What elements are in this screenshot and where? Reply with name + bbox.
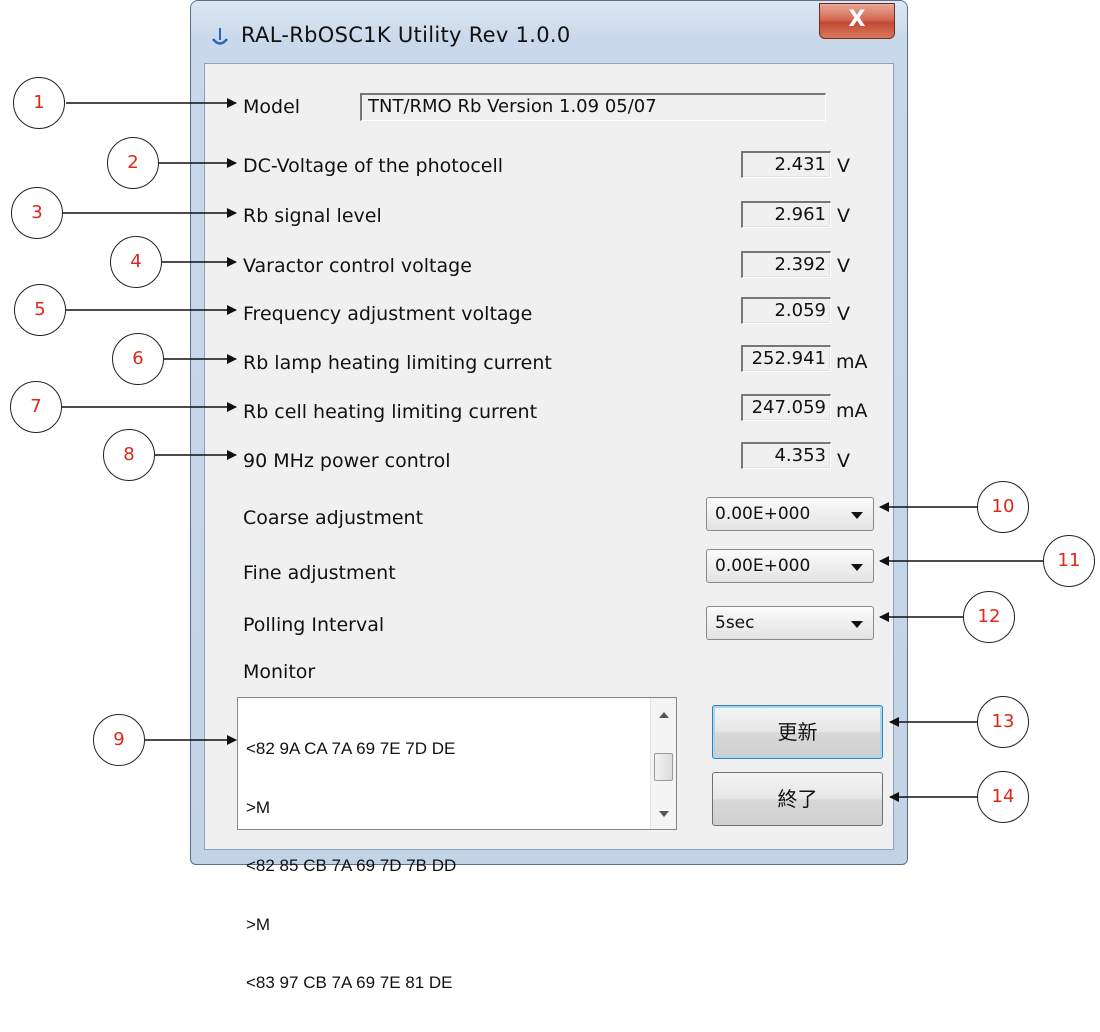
monitor-line: >M: [246, 914, 271, 934]
callout-13: 13: [977, 696, 1029, 748]
monitor-line: <83 97 CB 7A 69 7E 81 DE: [246, 973, 453, 992]
callout-3: 3: [11, 187, 63, 239]
callout-4: 4: [110, 236, 162, 288]
callout-5: 5: [14, 284, 66, 336]
callout-12: 12: [963, 591, 1015, 643]
callout-8: 8: [103, 429, 155, 481]
callout-10: 10: [977, 481, 1029, 533]
callout-1: 1: [13, 77, 65, 129]
callout-2: 2: [107, 137, 159, 189]
callout-6: 6: [112, 333, 164, 385]
callout-11: 11: [1043, 535, 1095, 587]
callout-7: 7: [10, 381, 62, 433]
callout-arrows: [62, 98, 1043, 802]
callout-14: 14: [977, 771, 1029, 823]
callout-9: 9: [93, 714, 145, 766]
